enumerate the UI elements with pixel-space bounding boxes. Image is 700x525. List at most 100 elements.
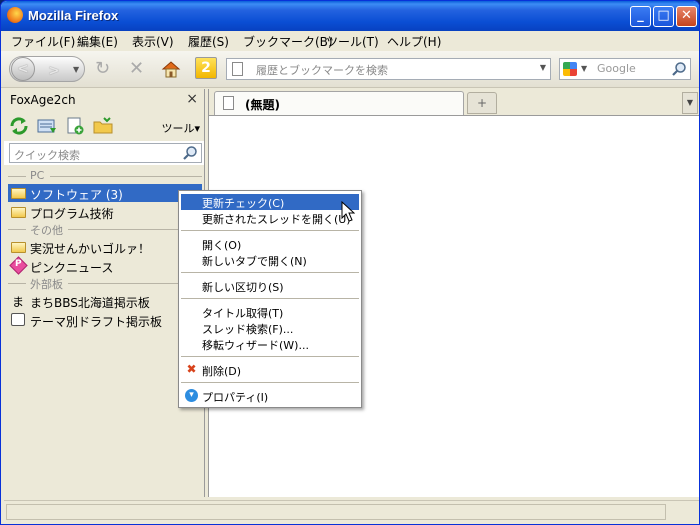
separator-label: その他 [30,224,63,237]
separator-external: 外部板 [8,276,202,291]
menu-item-label: スレッド検索(F)... [202,323,294,336]
context-menu: 更新チェック(C) 更新されたスレッドを開く(U) 開く(O) 新しいタブで開く… [178,190,362,408]
menu-item-open-updated[interactable]: 更新されたスレッドを開く(U) [181,210,359,226]
menu-separator [181,230,359,231]
back-icon: < [17,61,29,77]
tab-list-dropdown-icon[interactable]: ▼ [682,92,698,114]
search-icon[interactable] [671,61,687,77]
menu-help[interactable]: ヘルプ(H) [387,33,441,50]
menu-separator [181,298,359,299]
sidebar-close-icon[interactable]: × [186,91,198,107]
separator-pc: PC [8,169,202,183]
sidebar-toggle-button[interactable]: 2 [195,57,217,79]
maximize-button[interactable]: □ [653,6,674,27]
tab-label: (無題) [245,98,280,112]
status-bar [4,500,699,523]
folder-icon [11,242,26,253]
sidebar: FoxAge2ch × ツール▾ クイック検索 PC ソフトウェア (3) プロ… [4,89,205,497]
add-board-icon[interactable] [64,116,86,136]
list-item-label: 実況せんかいゴルァ！ [30,242,151,256]
properties-icon: ▾ [185,389,198,402]
check-updates-icon[interactable] [8,116,30,136]
menu-item-label: プロパティ(I) [202,391,269,404]
tab-untitled[interactable]: (無題) [214,91,464,115]
separator-label: PC [30,169,45,182]
menu-item-new-separator[interactable]: 新しい区切り(S) [181,278,359,294]
reload-icon[interactable]: ↻ [95,60,110,78]
new-tab-button[interactable]: + [467,92,497,114]
list-item-jikkyo[interactable]: 実況せんかいゴルァ！ [8,238,202,256]
title-bar[interactable]: Mozilla Firefox _ □ ✕ [1,1,699,31]
menu-item-label: 移転ウィザード(W)... [202,339,309,352]
menu-item-check-updates[interactable]: 更新チェック(C) [181,194,359,210]
list-item-label: ピンクニュース [30,261,114,275]
menu-item-label: 開く(O) [202,239,242,252]
list-item-pink-news[interactable]: P ピンクニュース [8,256,202,275]
open-updated-icon[interactable] [36,116,58,136]
separator-label: 外部板 [30,278,63,291]
menu-history[interactable]: 履歴(S) [188,33,229,50]
menu-tools[interactable]: ツール(T) [326,33,379,50]
quick-search-input[interactable]: クイック検索 [9,143,202,163]
sidebar-toolbar: ツール▾ [4,111,204,141]
menu-bookmarks[interactable]: ブックマーク(B) [243,33,333,50]
menu-item-thread-search[interactable]: スレッド検索(F)... [181,320,359,336]
forward-button[interactable]: > [43,60,65,79]
board-icon [11,313,25,326]
page-icon [223,96,234,110]
menu-view[interactable]: 表示(V) [132,33,174,50]
home-icon[interactable] [161,59,181,79]
search-engine-dropdown-icon[interactable]: ▼ [581,64,587,73]
close-button[interactable]: ✕ [676,6,697,27]
list-item-label: テーマ別ドラフト掲示板 [30,315,163,329]
menu-item-delete[interactable]: ✖ 削除(D) [181,362,359,379]
page-icon [232,62,243,76]
list-item-programming[interactable]: プログラム技術 [8,203,202,221]
history-dropdown-icon[interactable]: ▼ [73,65,79,74]
add-folder-icon[interactable] [92,116,114,136]
pink-board-glyph: P [15,259,22,269]
maximize-icon: □ [657,8,670,23]
separator-other: その他 [8,222,202,237]
menu-file[interactable]: ファイル(F) [11,33,75,50]
google-icon[interactable] [563,62,577,76]
sidebar-tools-menu[interactable]: ツール▾ [161,120,200,136]
menu-item-label: 更新されたスレッドを開く(U) [202,213,351,226]
stop-icon[interactable]: ✕ [129,60,144,78]
search-bar[interactable]: ▼ Google [559,58,691,80]
list-item-label: プログラム技術 [30,207,114,221]
list-item-label: まちBBS北海道掲示板 [30,296,150,310]
list-item-software[interactable]: ソフトウェア (3) [8,184,202,202]
menu-bar: ファイル(F) 編集(E) 表示(V) 履歴(S) ブックマーク(B) ツール(… [1,31,699,51]
menu-item-label: 更新チェック(C) [202,197,285,210]
menu-item-open[interactable]: 開く(O) [181,236,359,252]
folder-icon [11,188,26,199]
delete-icon: ✖ [186,362,197,376]
status-panel [6,504,666,520]
list-item-draft-board[interactable]: テーマ別ドラフト掲示板 [8,311,202,329]
menu-item-open-new-tab[interactable]: 新しいタブで開く(N) [181,252,359,268]
list-item-machi-bbs[interactable]: ま まちBBS北海道掲示板 [8,292,202,310]
tab-strip: (無題) + ▼ [209,89,699,116]
minimize-button[interactable]: _ [630,6,651,27]
menu-edit[interactable]: 編集(E) [77,33,118,50]
folder-icon [11,207,26,218]
menu-separator [181,382,359,383]
menu-item-label: 新しいタブで開く(N) [202,255,307,268]
search-icon[interactable] [182,145,198,161]
quick-search-placeholder: クイック検索 [14,149,80,162]
firefox-window: Mozilla Firefox _ □ ✕ ファイル(F) 編集(E) 表示(V… [0,0,700,525]
sidebar-header: FoxAge2ch × [4,89,204,111]
navigation-toolbar: < > ▼ ↻ ✕ 2 履歴とブックマークを検索 ▼ ▼ Google [1,51,699,88]
firefox-logo-icon [7,7,23,23]
url-dropdown-icon[interactable]: ▼ [540,63,546,72]
board-tree: PC ソフトウェア (3) プログラム技術 その他 実況せんかいゴルァ！ P ピ… [4,165,204,497]
menu-item-properties[interactable]: ▾ プロパティ(I) [181,388,359,404]
url-bar[interactable]: 履歴とブックマークを検索 ▼ [226,58,551,80]
menu-item-get-title[interactable]: タイトル取得(T) [181,304,359,320]
menu-item-label: タイトル取得(T) [202,307,284,320]
forward-icon: > [48,63,60,79]
menu-item-transfer-wizard[interactable]: 移転ウィザード(W)... [181,336,359,352]
back-button[interactable]: < [11,57,35,81]
menu-separator [181,272,359,273]
